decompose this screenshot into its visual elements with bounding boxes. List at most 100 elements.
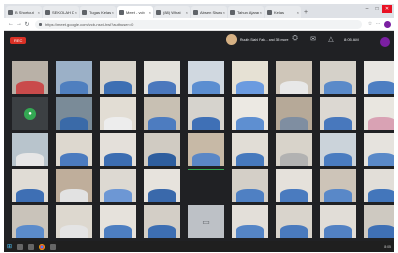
presentation-icon: ▭	[202, 217, 210, 226]
participant-tile[interactable]	[12, 169, 48, 202]
close-button[interactable]: ✕	[382, 5, 392, 13]
participant-tile[interactable]	[232, 61, 268, 94]
host-name: Ruuth Siahl Fak... and 35 more	[240, 37, 289, 42]
tab-close-icon[interactable]: ×	[186, 10, 188, 15]
tab-close-icon[interactable]: ×	[75, 10, 77, 15]
participant-tile[interactable]	[144, 169, 180, 202]
participant-video	[232, 133, 268, 166]
participant-tile[interactable]	[276, 61, 312, 94]
browser-tab[interactable]: SEKOLAH DAS×	[43, 6, 79, 18]
start-icon[interactable]: ⊞	[7, 243, 17, 250]
participant-video	[100, 61, 136, 94]
participant-tile[interactable]	[144, 133, 180, 166]
star-icon[interactable]: ☆	[366, 21, 374, 27]
participant-tile[interactable]	[232, 205, 268, 238]
participant-tile[interactable]	[320, 169, 356, 202]
participant-tile[interactable]	[188, 169, 224, 202]
participant-tile[interactable]	[144, 205, 180, 238]
tab-close-icon[interactable]: ×	[112, 10, 114, 15]
participant-tile[interactable]	[56, 205, 92, 238]
browser-tab[interactable]: (88) What ×	[154, 6, 190, 18]
maximize-button[interactable]: □	[372, 5, 382, 13]
participant-video	[12, 133, 48, 166]
participant-tile[interactable]	[364, 97, 394, 130]
tab-close-icon[interactable]: ×	[223, 10, 225, 15]
participant-tile[interactable]	[364, 205, 394, 238]
participant-tile[interactable]	[56, 169, 92, 202]
task-view-icon[interactable]	[28, 243, 34, 250]
meet-page: REC Ruuth Siahl Fak... and 35 more ⛭ ✉ △…	[4, 31, 394, 241]
browser-tab[interactable]: B Shortcut ×	[6, 6, 42, 18]
browser-tab[interactable]: Tugas Kelas 5×	[80, 6, 116, 18]
participant-tile[interactable]	[320, 61, 356, 94]
participant-video	[276, 97, 312, 130]
participant-tile[interactable]	[320, 205, 356, 238]
participant-tile[interactable]	[320, 133, 356, 166]
browser-tab[interactable]: Tahun Ajaran ×	[228, 6, 264, 18]
minimize-button[interactable]: –	[362, 5, 372, 13]
participant-tile[interactable]: ●	[12, 97, 48, 130]
participant-tile[interactable]	[144, 61, 180, 94]
activities-icon[interactable]: △	[322, 35, 340, 43]
participant-tile[interactable]	[100, 133, 136, 166]
participant-tile[interactable]	[188, 133, 224, 166]
chat-icon[interactable]: ✉	[304, 35, 322, 43]
participant-tile[interactable]	[56, 97, 92, 130]
chrome-icon[interactable]	[39, 243, 45, 250]
participant-tile[interactable]	[12, 205, 48, 238]
participant-video	[12, 205, 48, 238]
browser-tab[interactable]: Kelas ×	[265, 6, 301, 18]
participant-tile[interactable]	[276, 205, 312, 238]
participant-tile[interactable]	[100, 205, 136, 238]
participant-tile[interactable]	[56, 133, 92, 166]
people-icon[interactable]: ⛭	[286, 35, 304, 43]
participant-tile[interactable]	[232, 169, 268, 202]
forward-icon[interactable]: →	[15, 21, 23, 27]
tab-close-icon[interactable]: ×	[149, 10, 151, 15]
self-avatar[interactable]	[380, 37, 390, 47]
tab-label: Absen Siswa	[200, 9, 222, 15]
participant-tile[interactable]	[364, 133, 394, 166]
browser-tab[interactable]: Absen Siswa ×	[191, 6, 227, 18]
tab-close-icon[interactable]: ×	[38, 10, 40, 15]
participant-tile[interactable]	[100, 61, 136, 94]
reload-icon[interactable]: ↻	[23, 21, 31, 28]
new-tab-button[interactable]: +	[302, 8, 310, 18]
participant-tile[interactable]	[364, 61, 394, 94]
back-icon[interactable]: ←	[7, 21, 15, 27]
url-bar[interactable]: https://meet.google.com/vcb-nsxt-hwl?aut…	[35, 19, 362, 29]
participant-tile[interactable]	[320, 97, 356, 130]
tab-favicon-icon	[230, 9, 235, 15]
participant-video	[100, 133, 136, 166]
browser-tab[interactable]: Meet - vcb ×	[117, 6, 153, 18]
participant-tile[interactable]	[12, 61, 48, 94]
file-explorer-icon[interactable]	[50, 243, 56, 250]
participant-tile[interactable]	[100, 97, 136, 130]
extensions-icon[interactable]: ⋯	[374, 21, 382, 27]
participant-video	[364, 205, 394, 238]
participant-tile[interactable]	[100, 169, 136, 202]
tab-favicon-icon	[45, 9, 50, 15]
participant-tile[interactable]	[144, 97, 180, 130]
participant-video	[144, 133, 180, 166]
profile-avatar[interactable]	[384, 20, 391, 28]
meeting-time: 8:05 AM	[344, 36, 359, 42]
participant-tile[interactable]: ▭	[188, 205, 224, 238]
participant-tile[interactable]	[56, 61, 92, 94]
participant-tile[interactable]	[188, 61, 224, 94]
tab-close-icon[interactable]: ×	[260, 10, 262, 15]
participant-tile[interactable]	[276, 133, 312, 166]
participant-tile[interactable]	[232, 133, 268, 166]
participant-video	[188, 61, 224, 94]
participant-tile[interactable]	[232, 97, 268, 130]
participant-video	[144, 97, 180, 130]
participant-tile[interactable]	[12, 133, 48, 166]
search-icon[interactable]	[17, 243, 23, 250]
tab-close-icon[interactable]: ×	[297, 10, 299, 15]
participant-tile[interactable]	[276, 97, 312, 130]
tab-favicon-icon	[119, 9, 124, 15]
participant-tile[interactable]	[276, 169, 312, 202]
participant-video	[320, 97, 356, 130]
participant-tile[interactable]	[188, 97, 224, 130]
participant-tile[interactable]	[364, 169, 394, 202]
